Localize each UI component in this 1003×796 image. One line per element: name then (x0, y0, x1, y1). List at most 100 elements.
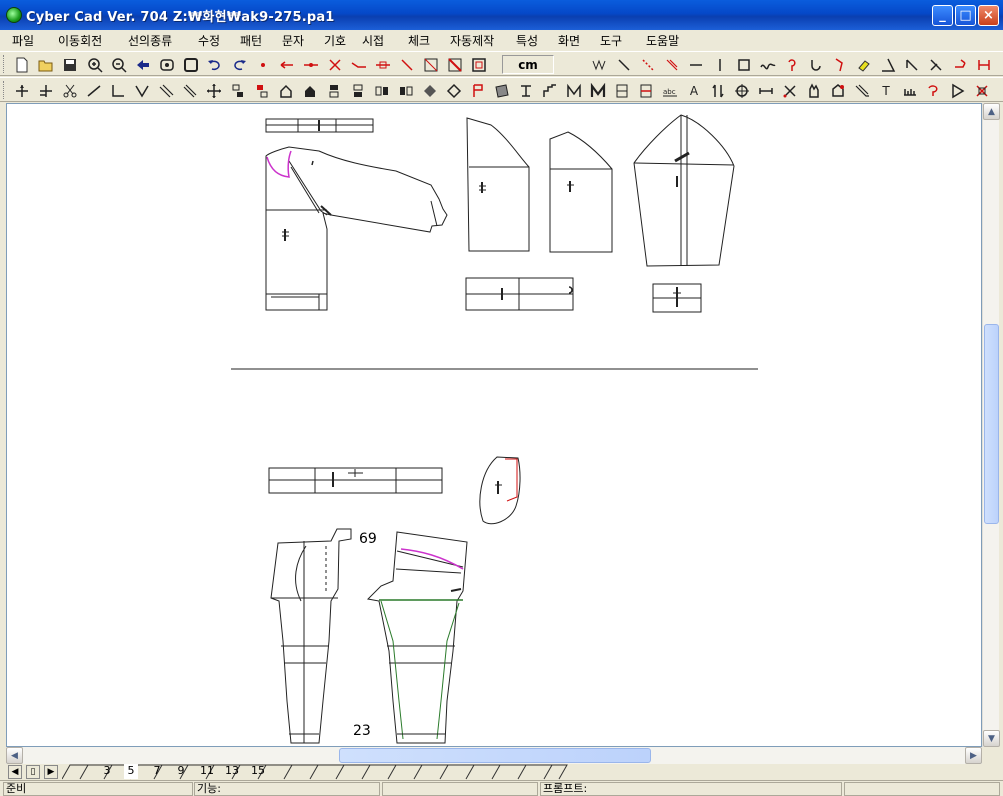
rectangle-icon[interactable] (734, 55, 754, 74)
offset-icon[interactable] (950, 55, 970, 74)
new-file-icon[interactable] (12, 55, 32, 74)
point-icon[interactable] (253, 55, 273, 74)
horizontal-scrollbar[interactable]: ◀ ▶ (6, 747, 982, 764)
glove-icon[interactable] (804, 81, 824, 100)
m-shape-icon[interactable] (564, 81, 584, 100)
page-tab-3[interactable]: 3 (100, 764, 114, 779)
eraser-icon[interactable] (854, 55, 874, 74)
menu-tools[interactable]: 도구 (600, 32, 622, 49)
piece-tool-icon[interactable] (228, 81, 248, 100)
sleeve-piece[interactable] (633, 114, 735, 267)
shape-cut-icon[interactable] (828, 81, 848, 100)
horizontal-line-icon[interactable] (686, 55, 706, 74)
vertical-line-icon[interactable] (710, 55, 730, 74)
scroll-right-arrow-icon[interactable]: ▶ (965, 747, 982, 764)
menu-file[interactable]: 파일 (12, 32, 34, 49)
page-tab-15[interactable]: 15 (250, 764, 266, 779)
parallel-line-icon[interactable] (156, 81, 176, 100)
arrow-right-red-icon[interactable] (349, 55, 369, 74)
minimize-button[interactable]: _ (932, 5, 953, 26)
page-tab-13[interactable]: 13 (224, 764, 240, 779)
v-shape-icon[interactable] (132, 81, 152, 100)
side-by-side-icon[interactable] (372, 81, 392, 100)
side-by-side2-icon[interactable] (396, 81, 416, 100)
curve-icon[interactable] (758, 55, 778, 74)
stack2-icon[interactable] (348, 81, 368, 100)
menu-help[interactable]: 도움말 (646, 32, 679, 49)
page-tab-5-active[interactable]: 5 (124, 764, 138, 779)
double-line-icon[interactable] (180, 81, 200, 100)
ruler-icon[interactable] (900, 81, 920, 100)
undo-icon[interactable] (205, 55, 225, 74)
arrow-down-red-icon[interactable] (830, 55, 850, 74)
menu-property[interactable]: 특성 (516, 32, 538, 49)
cross-line-icon[interactable] (926, 55, 946, 74)
slash-lines-icon[interactable] (662, 55, 682, 74)
page-list-icon[interactable]: ▯ (26, 765, 40, 779)
horizontal-scroll-thumb[interactable] (339, 748, 651, 763)
delete-cross-icon[interactable] (325, 55, 345, 74)
menu-move-rotate[interactable]: 이동회전 (58, 32, 102, 49)
up-down-arrow-icon[interactable] (708, 81, 728, 100)
diamond-icon[interactable] (420, 81, 440, 100)
x-cut-icon[interactable] (780, 81, 800, 100)
jacket-front-with-sleeve[interactable] (265, 146, 448, 311)
menu-edit[interactable]: 수정 (198, 32, 220, 49)
page-first-icon[interactable]: ◀ (8, 765, 22, 779)
unit-selector[interactable]: cm (502, 55, 554, 74)
menu-symbol[interactable]: 기호 (324, 32, 346, 49)
stack-icon[interactable] (324, 81, 344, 100)
zigzag-icon[interactable] (590, 55, 610, 74)
spiral-icon[interactable] (782, 55, 802, 74)
diagonal-line-icon[interactable] (614, 55, 634, 74)
scroll-down-arrow-icon[interactable]: ▼ (983, 730, 1000, 747)
fit-view-icon[interactable] (181, 55, 201, 74)
house-shape-icon[interactable] (276, 81, 296, 100)
menu-pattern[interactable]: 패턴 (240, 32, 262, 49)
open-folder-icon[interactable] (36, 55, 56, 74)
diamond2-icon[interactable] (444, 81, 464, 100)
back-panel-piece[interactable] (466, 117, 530, 252)
drawing-canvas[interactable]: 69 23 (6, 103, 982, 747)
corner-curve-icon[interactable] (806, 55, 826, 74)
page-next-icon[interactable]: ▶ (44, 765, 58, 779)
fabric-icon[interactable] (492, 81, 512, 100)
measure-icon[interactable] (756, 81, 776, 100)
flag-icon[interactable] (468, 81, 488, 100)
menu-auto-make[interactable]: 자동제작 (450, 32, 494, 49)
side-back-piece[interactable] (549, 131, 613, 253)
vertical-scrollbar[interactable]: ▲ ▼ (982, 103, 1000, 747)
menu-seam[interactable]: 시접 (362, 32, 384, 49)
back-pants-piece[interactable] (366, 531, 468, 744)
menu-text[interactable]: 문자 (282, 32, 304, 49)
zoom-in-icon[interactable] (85, 55, 105, 74)
slant-line-icon[interactable] (84, 81, 104, 100)
zoom-out-icon[interactable] (109, 55, 129, 74)
collar-piece[interactable] (265, 118, 374, 133)
select-tool-icon[interactable] (12, 81, 32, 100)
rect-line-icon[interactable] (373, 55, 393, 74)
grade2-icon[interactable] (636, 81, 656, 100)
right-angle-icon[interactable] (108, 81, 128, 100)
page-tab-7[interactable]: 7 (150, 764, 164, 779)
scroll-up-arrow-icon[interactable]: ▲ (983, 103, 1000, 120)
grain-line-icon[interactable] (516, 81, 536, 100)
abc-text-icon[interactable]: abc (660, 81, 680, 100)
scissors-icon[interactable] (60, 81, 80, 100)
delete-tool-icon[interactable] (972, 81, 992, 100)
question-curve-icon[interactable] (924, 81, 944, 100)
m-shape2-icon[interactable] (588, 81, 608, 100)
close-button[interactable]: × (978, 5, 999, 26)
box-diagonal-icon[interactable] (421, 55, 441, 74)
pocket-piece[interactable] (479, 456, 521, 525)
save-disk-icon[interactable] (60, 55, 80, 74)
steps-icon[interactable] (540, 81, 560, 100)
page-tab-11[interactable]: 11 (199, 764, 215, 779)
diagonal-red-icon[interactable] (397, 55, 417, 74)
text-a-icon[interactable]: A (684, 81, 704, 100)
menu-view[interactable]: 화면 (558, 32, 580, 49)
text-t-icon[interactable]: T (876, 81, 896, 100)
angle-icon[interactable] (878, 55, 898, 74)
maximize-button[interactable]: □ (955, 5, 976, 26)
triangle-tool-icon[interactable] (948, 81, 968, 100)
